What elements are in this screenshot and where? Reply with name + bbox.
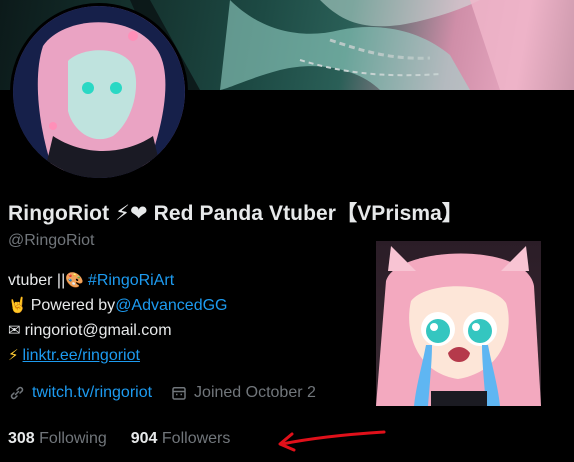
follow-stats: 308 Following 904 Followers bbox=[8, 430, 254, 448]
website-link[interactable]: twitch.tv/ringoriot bbox=[32, 384, 152, 402]
following-label: Following bbox=[39, 430, 107, 447]
hashtag-link[interactable]: #RingoRiArt bbox=[88, 268, 174, 293]
followers-stat[interactable]: 904 Followers bbox=[131, 430, 231, 448]
profile-bio: vtuber || 🎨 #RingoRiArt 🤘 Powered by @Ad… bbox=[8, 268, 227, 368]
mention-link[interactable]: @AdvancedGG bbox=[115, 293, 227, 318]
bio-line-1: vtuber || 🎨 #RingoRiArt bbox=[8, 268, 227, 293]
bio-line-4: ⚡ linktr.ee/ringoriot bbox=[8, 343, 227, 368]
profile-meta: twitch.tv/ringoriot Joined October 2 bbox=[8, 384, 316, 402]
lightning-icon: ⚡ bbox=[8, 347, 19, 364]
linktree-link[interactable]: linktr.ee/ringoriot bbox=[23, 343, 140, 368]
crying-avatar-sticker bbox=[376, 241, 541, 406]
link-icon bbox=[10, 386, 24, 400]
bio-email: ringoriot@gmail.com bbox=[24, 322, 172, 339]
following-count: 308 bbox=[8, 430, 35, 447]
following-stat[interactable]: 308 Following bbox=[8, 430, 107, 448]
followers-count: 904 bbox=[130, 430, 158, 447]
avatar-art bbox=[13, 6, 185, 178]
bio-text: vtuber || bbox=[8, 272, 66, 289]
sticker-art bbox=[376, 246, 541, 406]
followers-label: Followers bbox=[161, 430, 231, 447]
rock-hand-icon: 🤘 bbox=[8, 297, 27, 314]
bio-line-3: ✉ ringoriot@gmail.com bbox=[8, 318, 227, 343]
joined-date: Joined October 2 bbox=[194, 384, 316, 401]
calendar-icon bbox=[172, 387, 186, 400]
bio-text: Powered by bbox=[30, 297, 116, 314]
display-name: RingoRiot ⚡❤ Red Panda Vtuber【VPrisma】 bbox=[8, 202, 464, 225]
envelope-icon: ✉ bbox=[8, 322, 21, 339]
red-arrow-annotation bbox=[278, 430, 386, 452]
palette-icon: 🎨 bbox=[65, 272, 84, 289]
profile-avatar[interactable] bbox=[10, 3, 188, 181]
bio-line-2: 🤘 Powered by @AdvancedGG bbox=[8, 293, 227, 318]
profile-handle: @RingoRiot bbox=[8, 232, 95, 249]
